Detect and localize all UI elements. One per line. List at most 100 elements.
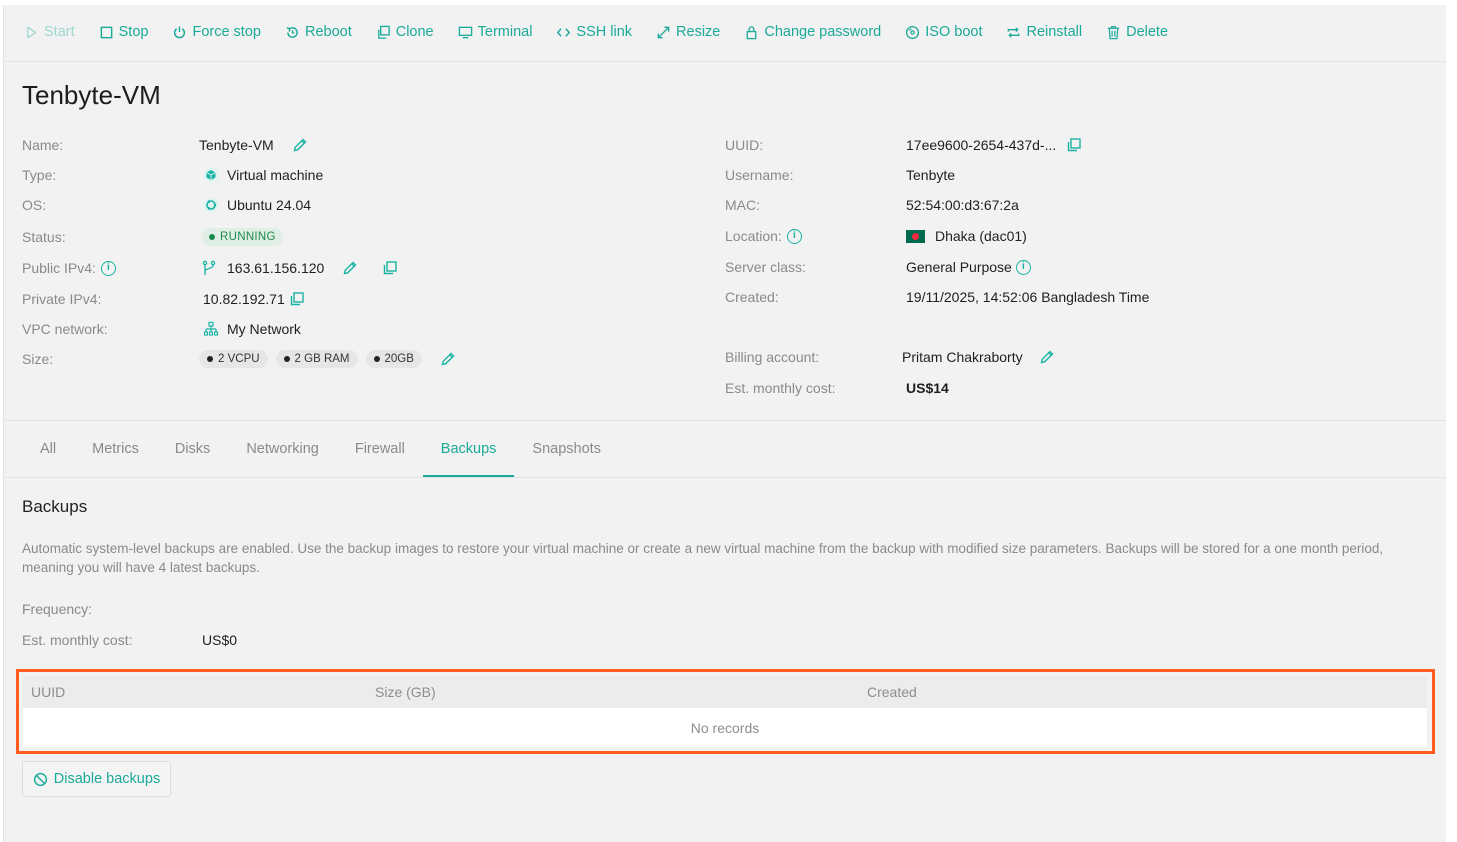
ssh-link-button[interactable]: SSH link — [556, 24, 632, 40]
terminal-button[interactable]: Terminal — [458, 24, 533, 40]
delete-button[interactable]: Delete — [1106, 24, 1168, 40]
public-ipv4-label: Public IPv4: i — [22, 260, 116, 276]
stop-icon — [100, 26, 112, 38]
reboot-button[interactable]: Reboot — [285, 24, 352, 40]
private-ipv4-text: 10.82.192.71 — [203, 291, 285, 307]
info-icon[interactable]: i — [786, 228, 802, 244]
ssh-link-label: SSH link — [576, 24, 633, 40]
server-class-text: General Purpose — [906, 259, 1012, 275]
tab-bar: All Metrics Disks Networking Firewall Ba… — [22, 420, 619, 477]
frequency-label: Frequency: — [22, 601, 93, 617]
change-password-button[interactable]: Change password — [744, 24, 881, 40]
tab-networking[interactable]: Networking — [228, 420, 337, 477]
uuid-label: UUID: — [725, 137, 764, 153]
change-password-label: Change password — [764, 24, 882, 40]
clone-label: Clone — [395, 24, 434, 40]
reinstall-button[interactable]: Reinstall — [1006, 24, 1082, 40]
page-title: Tenbyte-VM — [22, 80, 161, 110]
copy-private-ip-icon[interactable] — [289, 291, 305, 307]
os-value: Ubuntu 24.04 — [203, 197, 311, 213]
ubuntu-icon — [203, 197, 219, 213]
copy-uuid-icon[interactable] — [1066, 137, 1082, 153]
size-badge-ram: 2 GB RAM — [275, 350, 358, 368]
disable-backups-button[interactable]: Disable backups — [22, 761, 171, 797]
created-label: Created: — [725, 289, 779, 305]
clone-button[interactable]: Clone — [376, 24, 434, 40]
tab-disks[interactable]: Disks — [157, 420, 228, 477]
backups-description: Automatic system-level backups are enabl… — [22, 541, 1384, 575]
reboot-label: Reboot — [304, 24, 352, 40]
tab-backups[interactable]: Backups — [422, 420, 515, 477]
type-text: Virtual machine — [227, 167, 324, 183]
created-value: 19/11/2025, 14:52:06 Bangladesh Time — [906, 289, 1150, 305]
backup-cost-value: US$0 — [202, 632, 238, 648]
name-value: Tenbyte-VM — [199, 137, 308, 153]
location-label-text: Location: — [725, 228, 782, 244]
stop-button[interactable]: Stop — [99, 24, 148, 40]
size-badge-disk: 20GB — [365, 350, 422, 368]
power-icon — [174, 25, 186, 38]
info-icon[interactable]: i — [100, 260, 116, 276]
vpc-link[interactable]: My Network — [227, 321, 301, 337]
size-label: Size: — [22, 351, 54, 367]
disable-backups-label: Disable backups — [53, 771, 161, 787]
bullet-icon — [373, 356, 380, 362]
force-stop-label: Force stop — [192, 24, 261, 40]
public-ipv4-value: 163.61.156.120 — [201, 259, 398, 277]
lock-icon — [746, 25, 757, 39]
bangladesh-flag-icon — [906, 229, 925, 243]
server-class-label: Server class: — [725, 259, 806, 275]
os-label: OS: — [22, 197, 47, 213]
size-badge-vcpu: 2 VCPU — [199, 350, 268, 368]
iso-boot-button[interactable]: ISO boot — [905, 24, 982, 40]
tab-all[interactable]: All — [22, 420, 74, 477]
bullet-icon — [207, 356, 213, 362]
copy-ip-icon[interactable] — [382, 260, 398, 276]
size-badge-text: 2 VCPU — [218, 353, 260, 365]
play-icon — [27, 26, 37, 38]
tab-firewall[interactable]: Firewall — [337, 420, 423, 477]
start-button[interactable]: Start — [24, 24, 75, 40]
size-badge-text: 2 GB RAM — [294, 353, 350, 365]
terminal-label: Terminal — [477, 24, 533, 40]
edit-name-icon[interactable] — [292, 137, 308, 153]
force-stop-button[interactable]: Force stop — [172, 24, 261, 40]
edit-size-icon[interactable] — [440, 351, 456, 367]
bullet-icon — [283, 356, 290, 362]
location-value: Dhaka (dac01) — [906, 228, 1027, 244]
clone-icon — [377, 25, 390, 39]
monthly-cost-label: Est. monthly cost: — [725, 380, 836, 396]
tab-metrics[interactable]: Metrics — [74, 420, 157, 477]
disc-icon — [906, 25, 920, 39]
backup-cost-label: Est. monthly cost: — [22, 632, 133, 648]
iso-boot-label: ISO boot — [925, 24, 983, 40]
trash-icon — [1107, 25, 1120, 39]
info-icon[interactable]: i — [1015, 259, 1031, 275]
vm-cube-icon — [203, 167, 219, 183]
location-label: Location: i — [725, 228, 802, 244]
monitor-icon — [458, 26, 472, 38]
status-label: Status: — [22, 229, 66, 245]
public-ipv4-text: 163.61.156.120 — [227, 260, 325, 276]
name-text: Tenbyte-VM — [199, 137, 274, 153]
resize-button[interactable]: Resize — [656, 24, 720, 40]
billing-label: Billing account: — [725, 349, 820, 365]
vpc-value: My Network — [203, 321, 301, 337]
action-toolbar: Start Stop Force stop Reboot Clone Termi… — [24, 20, 1192, 44]
uuid-text: 17ee9600-2654-437d-... — [906, 137, 1057, 153]
billing-text: Pritam Chakraborty — [902, 349, 1023, 365]
status-badge: RUNNING — [202, 228, 283, 246]
edit-billing-icon[interactable] — [1039, 349, 1055, 365]
billing-value: Pritam Chakraborty — [902, 349, 1055, 365]
private-ipv4-label: Private IPv4: — [22, 291, 102, 307]
restart-icon — [286, 26, 298, 38]
os-text: Ubuntu 24.04 — [227, 197, 312, 213]
status-text: RUNNING — [220, 231, 276, 243]
edit-ip-icon[interactable] — [342, 260, 358, 276]
branch-icon — [202, 260, 216, 275]
code-icon — [557, 27, 571, 37]
tab-snapshots[interactable]: Snapshots — [514, 420, 619, 477]
username-label: Username: — [725, 167, 794, 183]
table-highlight-frame — [16, 669, 1435, 754]
username-value: Tenbyte — [906, 167, 956, 183]
